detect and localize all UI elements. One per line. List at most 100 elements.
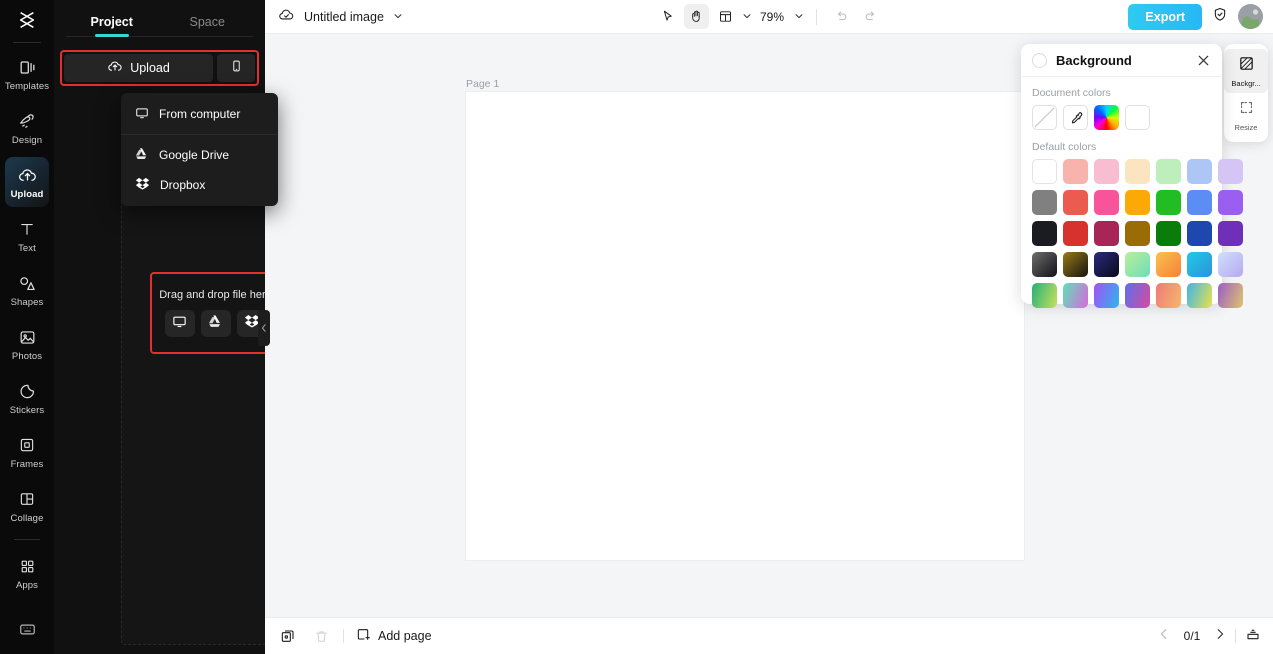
color-swatch[interactable]	[1032, 159, 1057, 184]
none-color-swatch[interactable]	[1032, 105, 1057, 130]
sidebar-item-photos[interactable]: Photos	[5, 319, 49, 369]
sidebar-item-text[interactable]: Text	[5, 211, 49, 261]
upload-from-mobile-button[interactable]	[217, 54, 255, 82]
color-swatch[interactable]	[1218, 283, 1243, 308]
chevron-down-icon[interactable]	[393, 8, 403, 26]
color-swatch[interactable]	[1063, 221, 1088, 246]
export-button[interactable]: Export	[1128, 3, 1202, 30]
color-swatch[interactable]	[1187, 283, 1212, 308]
color-swatch[interactable]	[1032, 190, 1057, 215]
chevron-left-icon[interactable]	[1158, 627, 1170, 645]
layout-grid-icon[interactable]	[713, 4, 738, 29]
color-swatch[interactable]	[1094, 252, 1119, 277]
undo-icon[interactable]	[829, 4, 854, 29]
redo-icon[interactable]	[858, 4, 883, 29]
trash-icon[interactable]	[310, 625, 332, 647]
color-swatch[interactable]	[1094, 159, 1119, 184]
color-swatch[interactable]	[1218, 159, 1243, 184]
avatar[interactable]	[1238, 4, 1263, 29]
upload-highlight-box: Upload	[60, 50, 259, 86]
sidebar-item-apps[interactable]: Apps	[5, 548, 49, 598]
panel-collapse-handle[interactable]	[258, 310, 270, 346]
default-colors-label: Default colors	[1032, 141, 1097, 153]
tool-resize[interactable]: Resize	[1224, 93, 1268, 137]
dropdown-item-from-computer[interactable]: From computer	[121, 99, 278, 129]
hand-pan-icon[interactable]	[684, 4, 709, 29]
rail-divider	[13, 42, 41, 43]
chevron-right-icon[interactable]	[1214, 627, 1226, 645]
color-swatch[interactable]	[1156, 252, 1181, 277]
dropbox-icon	[135, 177, 150, 193]
keyboard-shortcuts-icon[interactable]	[18, 620, 37, 644]
chevron-down-icon[interactable]	[794, 8, 804, 26]
color-swatch[interactable]	[1125, 159, 1150, 184]
design-icon	[17, 110, 37, 132]
color-swatch[interactable]	[1156, 283, 1181, 308]
zoom-level[interactable]: 79%	[760, 10, 784, 24]
chevron-down-icon[interactable]	[742, 8, 752, 26]
sidebar-item-design[interactable]: Design	[5, 103, 49, 153]
dropdown-item-google-drive[interactable]: Google Drive	[121, 140, 278, 170]
rainbow-picker-swatch[interactable]	[1094, 105, 1119, 130]
color-swatch[interactable]	[1125, 221, 1150, 246]
duplicate-page-icon[interactable]	[277, 625, 299, 647]
sidebar-item-shapes[interactable]: Shapes	[5, 265, 49, 315]
color-swatch[interactable]	[1032, 221, 1057, 246]
close-icon[interactable]	[1195, 52, 1211, 68]
capcut-logo-icon[interactable]	[0, 2, 54, 38]
color-swatch[interactable]	[1156, 190, 1181, 215]
add-page-button[interactable]: Add page	[355, 627, 432, 646]
eyedropper-swatch[interactable]	[1063, 105, 1088, 130]
chevron-left-icon	[261, 324, 266, 332]
add-page-label: Add page	[378, 629, 432, 643]
document-title[interactable]: Untitled image	[304, 10, 384, 24]
canvas-page[interactable]	[466, 92, 1024, 560]
page-manager-icon[interactable]	[1245, 626, 1261, 647]
color-swatch[interactable]	[1094, 190, 1119, 215]
rail-bottom	[0, 620, 54, 644]
dropzone-from-computer-button[interactable]	[164, 310, 195, 337]
color-swatch[interactable]	[1218, 221, 1243, 246]
sidebar-item-upload[interactable]: Upload	[5, 157, 49, 207]
color-swatch[interactable]	[1094, 283, 1119, 308]
sidebar-item-stickers[interactable]: Stickers	[5, 373, 49, 423]
tool-background[interactable]: Backgr...	[1224, 49, 1268, 93]
dropdown-item-label: Dropbox	[160, 178, 206, 192]
color-swatch[interactable]	[1187, 159, 1212, 184]
default-colors-grid	[1032, 159, 1243, 308]
shield-check-icon[interactable]	[1212, 6, 1228, 28]
color-swatch[interactable]	[1125, 283, 1150, 308]
color-swatch[interactable]	[1187, 221, 1212, 246]
sidebar-item-frames[interactable]: Frames	[5, 427, 49, 477]
color-swatch[interactable]	[1187, 190, 1212, 215]
tab-space[interactable]: Space	[160, 15, 256, 34]
color-swatch[interactable]	[1063, 159, 1088, 184]
app-root: Templates Design Upload Text Shapes Phot…	[0, 0, 1273, 654]
left-rail: Templates Design Upload Text Shapes Phot…	[0, 0, 54, 654]
dropdown-item-dropbox[interactable]: Dropbox	[121, 170, 278, 200]
bottom-divider	[343, 629, 344, 643]
color-swatch[interactable]	[1125, 190, 1150, 215]
upload-button[interactable]: Upload	[64, 54, 213, 82]
color-swatch[interactable]	[1187, 252, 1212, 277]
color-swatch[interactable]	[1125, 252, 1150, 277]
color-swatch[interactable]	[1032, 283, 1057, 308]
color-swatch[interactable]	[1218, 190, 1243, 215]
sidebar-item-templates[interactable]: Templates	[5, 49, 49, 99]
sidebar-item-label: Upload	[10, 189, 44, 200]
background-panel: Background Document colors Default color…	[1021, 44, 1243, 308]
tab-label: Space	[189, 15, 225, 29]
color-swatch[interactable]	[1094, 221, 1119, 246]
sidebar-item-collage[interactable]: Collage	[5, 481, 49, 531]
color-swatch[interactable]	[1063, 190, 1088, 215]
color-swatch[interactable]	[1063, 252, 1088, 277]
dropzone-google-drive-button[interactable]	[200, 310, 231, 337]
color-swatch[interactable]	[1063, 283, 1088, 308]
white-color-swatch[interactable]	[1125, 105, 1150, 130]
color-swatch[interactable]	[1156, 159, 1181, 184]
color-swatch[interactable]	[1156, 221, 1181, 246]
color-swatch[interactable]	[1032, 252, 1057, 277]
tab-project[interactable]: Project	[64, 15, 160, 34]
color-swatch[interactable]	[1218, 252, 1243, 277]
cursor-select-icon[interactable]	[655, 4, 680, 29]
